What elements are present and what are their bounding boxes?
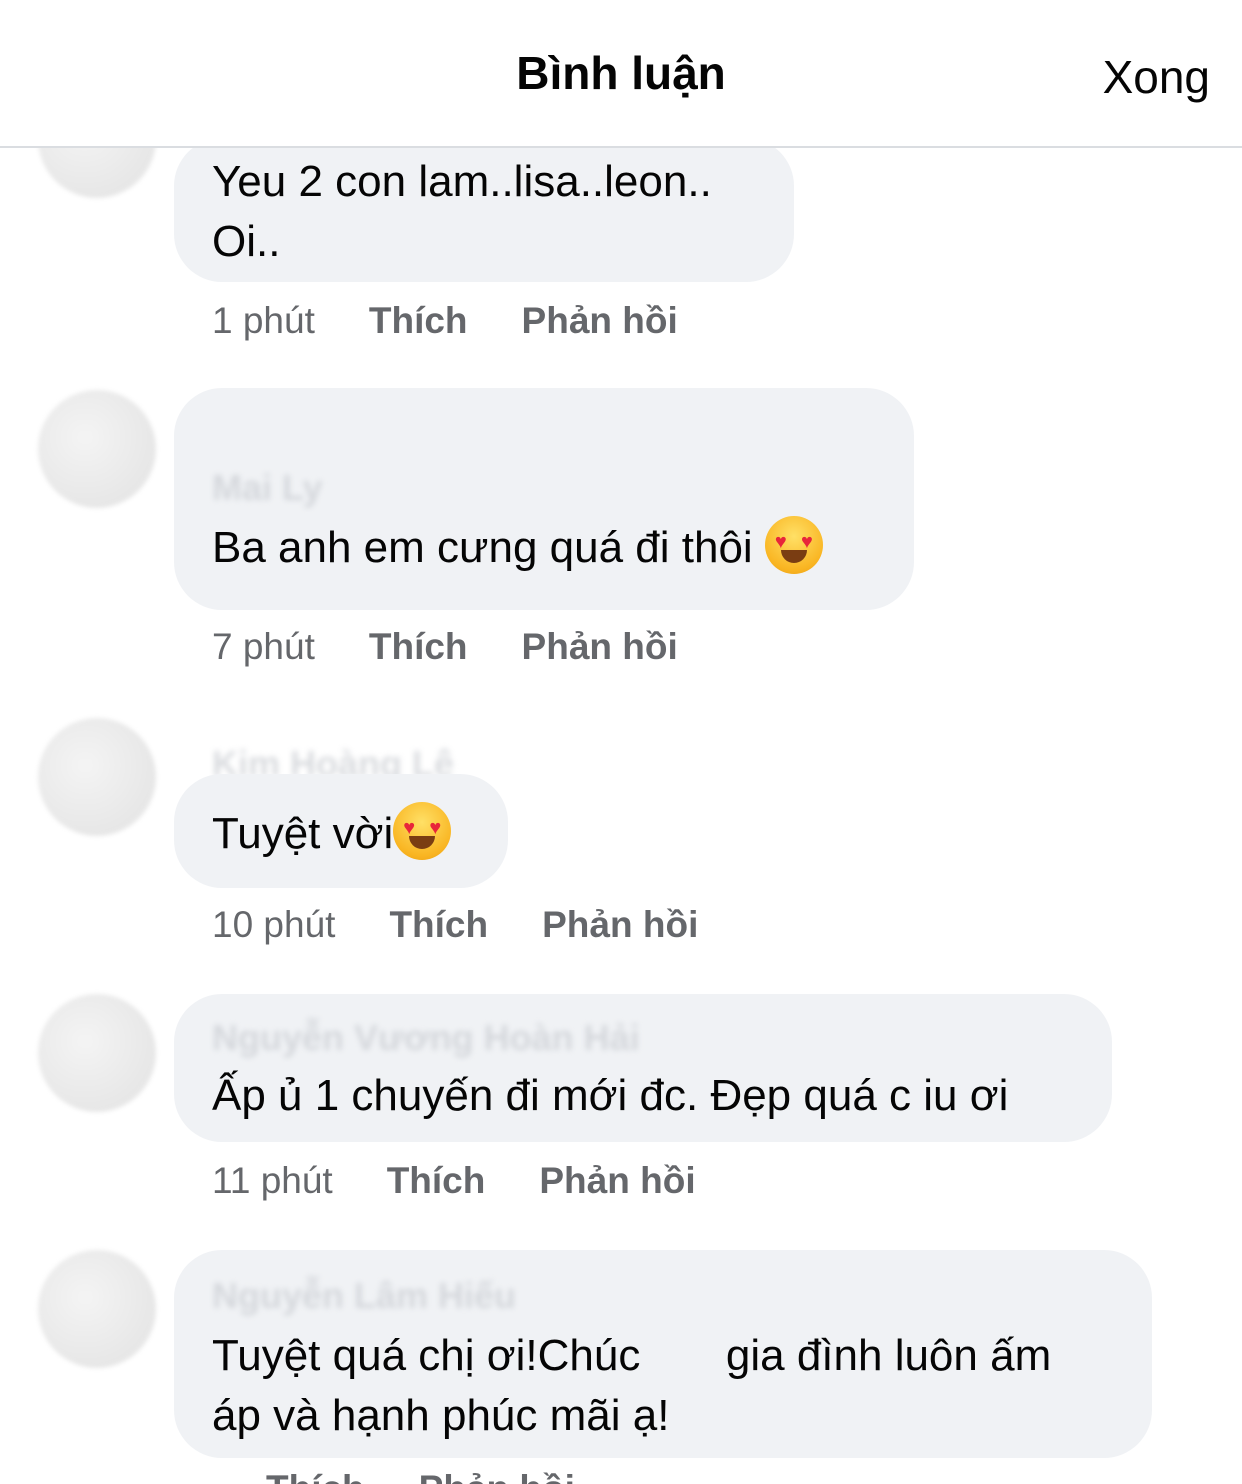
comment-bubble[interactable]: Tuyệt vời ♥ ♥ bbox=[174, 774, 508, 888]
comment-author[interactable]: Mai Ly bbox=[212, 466, 876, 510]
comment-author[interactable]: Nguyễn Vương Hoàn Hải bbox=[212, 1016, 1074, 1060]
like-button[interactable]: Thích bbox=[369, 300, 468, 342]
comment-meta: Thích Phản hồi bbox=[212, 1468, 575, 1484]
comment-author[interactable]: Nguyễn Lâm Hiếu bbox=[212, 1274, 1114, 1318]
comment-meta: 10 phút Thích Phản hồi bbox=[212, 904, 698, 946]
like-button[interactable]: Thích bbox=[369, 626, 468, 668]
page-title: Bình luận bbox=[516, 47, 726, 99]
heart-eyes-emoji-icon: ♥ ♥ bbox=[764, 516, 823, 574]
reply-button[interactable]: Phản hồi bbox=[522, 300, 678, 342]
reply-button[interactable]: Phản hồi bbox=[419, 1468, 575, 1484]
avatar[interactable] bbox=[38, 994, 156, 1112]
comment-bubble[interactable]: Yeu 2 con lam..lisa..leon.. Oi.. bbox=[174, 138, 794, 282]
comment-meta: 11 phút Thích Phản hồi bbox=[212, 1160, 696, 1202]
done-button[interactable]: Xong bbox=[1103, 50, 1210, 104]
header-bar: Bình luận Xong bbox=[0, 0, 1242, 148]
comment-meta: 1 phút Thích Phản hồi bbox=[212, 300, 678, 342]
comment-text: Tuyệt quá chị ơi!Chúc gia đình luôn ấm á… bbox=[212, 1331, 1052, 1440]
comments-screen: Yeu 2 con lam..lisa..leon.. Oi.. 1 phút … bbox=[0, 0, 1242, 1484]
comment-text: Yeu 2 con lam..lisa..leon.. Oi.. bbox=[212, 157, 712, 266]
comment-bubble[interactable]: Nguyễn Lâm Hiếu Tuyệt quá chị ơi!Chúc gi… bbox=[174, 1250, 1152, 1458]
comment-text: Tuyệt vời ♥ ♥ bbox=[212, 802, 470, 864]
comment-text: Ấp ủ 1 chuyến đi mới đc. Đẹp quá c iu ơi bbox=[212, 1071, 1009, 1120]
comment-time: 11 phút bbox=[212, 1160, 333, 1201]
comment-bubble[interactable]: Mai Ly Ba anh em cưng quá đi thôi ♥ ♥ bbox=[174, 388, 914, 610]
like-button[interactable]: Thích bbox=[387, 1160, 486, 1202]
avatar[interactable] bbox=[38, 390, 156, 508]
avatar[interactable] bbox=[38, 718, 156, 836]
reply-button[interactable]: Phản hồi bbox=[539, 1160, 695, 1202]
reply-button[interactable]: Phản hồi bbox=[542, 904, 698, 946]
reply-button[interactable]: Phản hồi bbox=[522, 626, 678, 668]
like-button[interactable]: Thích bbox=[266, 1468, 365, 1484]
like-button[interactable]: Thích bbox=[389, 904, 488, 946]
comment-text: Ba anh em cưng quá đi thôi ♥ ♥ bbox=[212, 516, 876, 578]
comment-time: 7 phút bbox=[212, 626, 315, 667]
heart-eyes-emoji-icon: ♥ ♥ bbox=[393, 802, 452, 860]
comment-meta: 7 phút Thích Phản hồi bbox=[212, 626, 678, 668]
comment-time: 1 phút bbox=[212, 300, 315, 341]
comment-time: 10 phút bbox=[212, 904, 336, 945]
comment-bubble[interactable]: Nguyễn Vương Hoàn Hải Ấp ủ 1 chuyến đi m… bbox=[174, 994, 1112, 1142]
avatar[interactable] bbox=[38, 1250, 156, 1368]
